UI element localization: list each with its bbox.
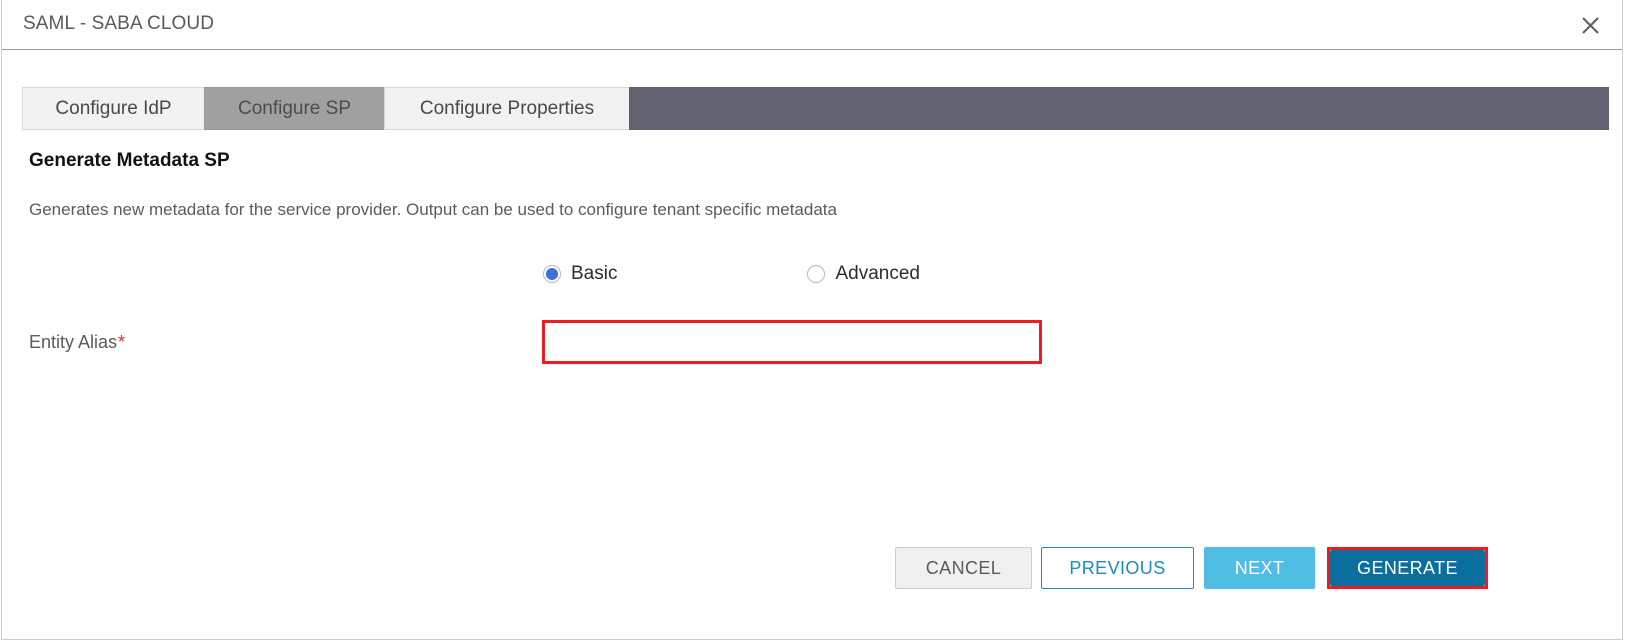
tab-strip-filler — [629, 87, 1609, 130]
tab-configure-sp-label: Configure SP — [238, 98, 351, 120]
generate-button-highlight: GENERATE — [1327, 547, 1488, 589]
radio-option-basic[interactable]: Basic — [543, 263, 617, 285]
tab-configure-properties-label: Configure Properties — [420, 98, 594, 120]
tab-configure-sp[interactable]: Configure SP — [204, 87, 384, 130]
entity-alias-label-text: Entity Alias — [29, 332, 117, 352]
next-button-label: NEXT — [1235, 558, 1285, 579]
generate-button[interactable]: GENERATE — [1330, 550, 1485, 586]
tab-configure-properties[interactable]: Configure Properties — [384, 87, 629, 130]
dialog-titlebar: SAML - SABA CLOUD — [2, 0, 1622, 50]
previous-button-label: PREVIOUS — [1069, 558, 1165, 579]
screen-root: SAML - SABA CLOUD Configure IdP Configur… — [0, 0, 1626, 644]
cancel-button[interactable]: CANCEL — [895, 547, 1032, 589]
tab-configure-idp[interactable]: Configure IdP — [22, 87, 204, 130]
radio-option-basic-label: Basic — [571, 263, 617, 285]
entity-alias-input[interactable] — [542, 320, 1042, 364]
entity-alias-label: Entity Alias* — [29, 332, 125, 353]
radio-option-advanced[interactable]: Advanced — [807, 263, 920, 285]
radio-advanced-icon[interactable] — [807, 265, 825, 283]
metadata-mode-radio-group: Basic Advanced — [543, 261, 920, 287]
dialog-title: SAML - SABA CLOUD — [23, 13, 214, 35]
saml-configuration-dialog: SAML - SABA CLOUD Configure IdP Configur… — [1, 0, 1623, 640]
dialog-footer-buttons: CANCEL PREVIOUS NEXT GENERATE — [895, 547, 1488, 589]
required-asterisk: * — [118, 332, 125, 352]
previous-button[interactable]: PREVIOUS — [1041, 547, 1194, 589]
close-icon[interactable] — [1574, 9, 1606, 41]
section-description: Generates new metadata for the service p… — [29, 200, 837, 220]
tab-configure-idp-label: Configure IdP — [55, 98, 171, 120]
generate-button-label: GENERATE — [1357, 558, 1458, 579]
page-title: Generate Metadata SP — [29, 150, 230, 172]
next-button[interactable]: NEXT — [1204, 547, 1315, 589]
radio-option-advanced-label: Advanced — [835, 263, 920, 285]
radio-basic-icon[interactable] — [543, 265, 561, 283]
cancel-button-label: CANCEL — [926, 558, 1001, 579]
tab-strip: Configure IdP Configure SP Configure Pro… — [22, 87, 1609, 130]
